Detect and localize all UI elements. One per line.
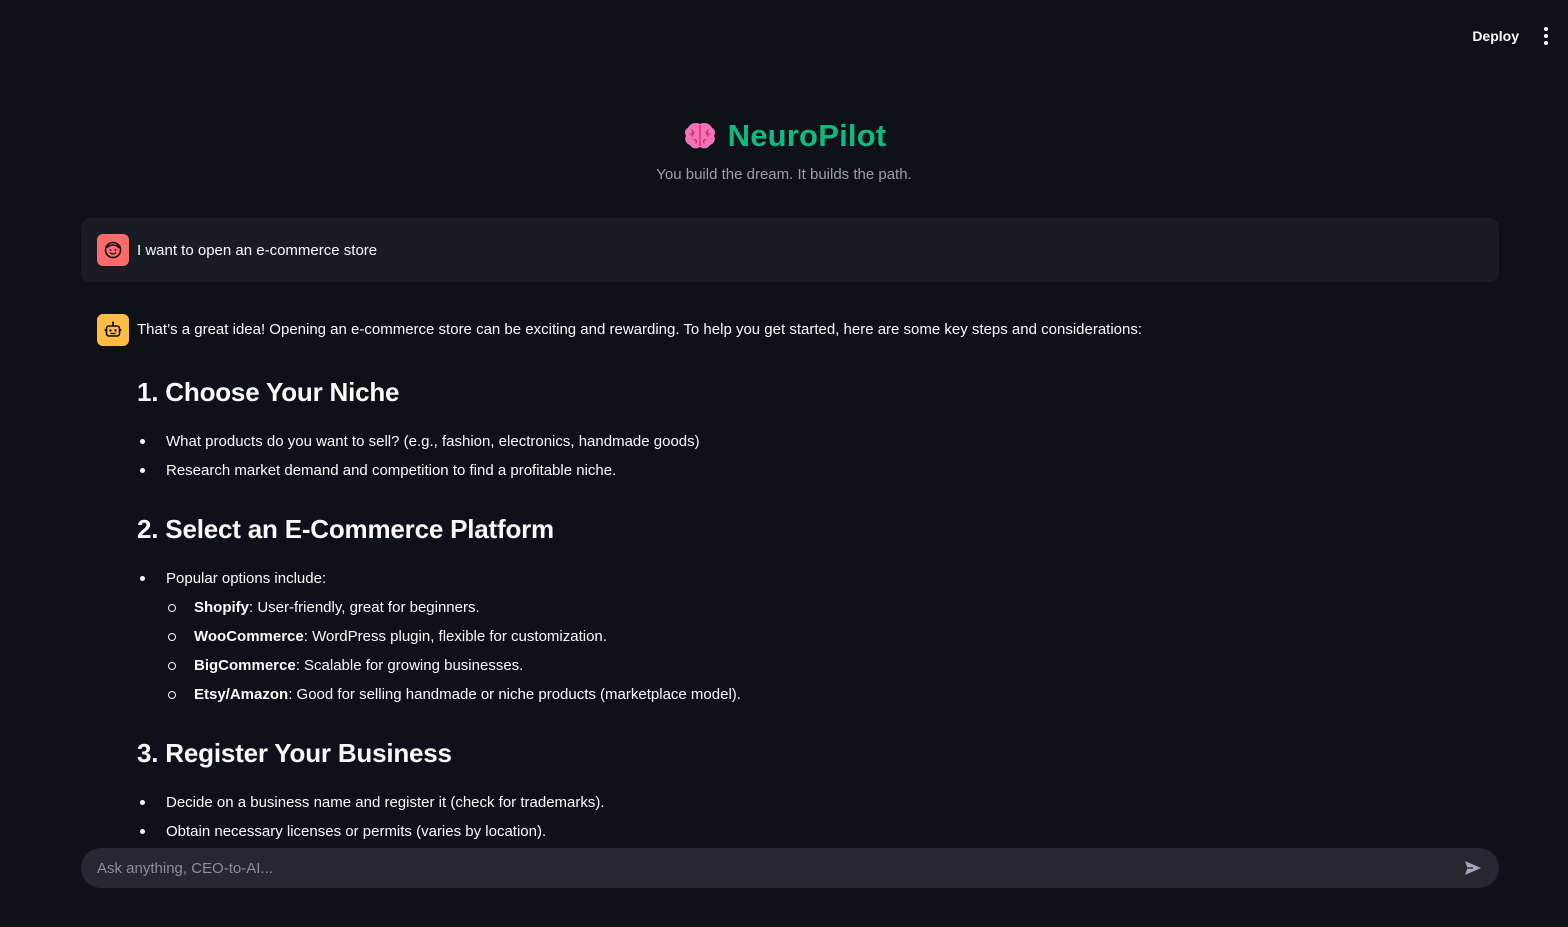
more-vertical-icon[interactable] bbox=[1536, 24, 1556, 48]
sublist-item: BigCommerce: Scalable for growing busine… bbox=[166, 651, 1497, 680]
list-item: Decide on a business name and register i… bbox=[137, 788, 1497, 817]
app-root: Deploy NeuroPilot You build the dream. I… bbox=[0, 0, 1568, 927]
tagline: You build the dream. It builds the path. bbox=[656, 166, 912, 183]
platform-name: WooCommerce bbox=[194, 628, 304, 645]
register-list: Decide on a business name and register i… bbox=[137, 788, 1497, 846]
user-face-icon bbox=[97, 234, 129, 266]
platform-name: Etsy/Amazon bbox=[194, 686, 289, 703]
platform-desc: : WordPress plugin, flexible for customi… bbox=[303, 628, 607, 645]
assistant-message: That’s a great idea! Opening an e-commer… bbox=[97, 314, 1497, 846]
robot-icon bbox=[97, 314, 129, 346]
sublist-item: Etsy/Amazon: Good for selling handmade o… bbox=[166, 680, 1497, 709]
list-item: Obtain necessary licenses or permits (va… bbox=[137, 817, 1497, 846]
list-item: Research market demand and competition t… bbox=[137, 456, 1497, 485]
user-message: I want to open an e-commerce store bbox=[81, 218, 1499, 282]
sublist-item: WooCommerce: WordPress plugin, flexible … bbox=[166, 622, 1497, 651]
platform-list: Popular options include: Shopify: User-f… bbox=[137, 564, 1497, 709]
sublist-item: Shopify: User-friendly, great for beginn… bbox=[166, 593, 1497, 622]
list-item: Popular options include: Shopify: User-f… bbox=[137, 564, 1497, 709]
list-item: What products do you want to sell? (e.g.… bbox=[137, 427, 1497, 456]
platform-name: BigCommerce bbox=[194, 657, 296, 674]
chat-input-bar bbox=[81, 848, 1499, 888]
send-icon[interactable] bbox=[1459, 854, 1487, 882]
top-toolbar: Deploy bbox=[0, 0, 1568, 70]
platform-name: Shopify bbox=[194, 599, 249, 616]
platform-desc: : Scalable for growing businesses. bbox=[295, 657, 524, 674]
section-heading-platform: 2. Select an E-Commerce Platform bbox=[137, 514, 554, 544]
assistant-message-body: That’s a great idea! Opening an e-commer… bbox=[137, 314, 1497, 846]
assistant-intro: That’s a great idea! Opening an e-commer… bbox=[137, 321, 1143, 338]
title-row: NeuroPilot bbox=[0, 112, 1568, 160]
section-heading-register: 3. Register Your Business bbox=[137, 738, 452, 768]
platform-sublist: Shopify: User-friendly, great for beginn… bbox=[166, 593, 1497, 709]
chat-input[interactable] bbox=[97, 859, 1459, 877]
platform-desc: : User-friendly, great for beginners. bbox=[249, 599, 480, 616]
deploy-button[interactable]: Deploy bbox=[1463, 24, 1528, 48]
brain-icon bbox=[682, 118, 718, 154]
list-item-text: Popular options include: bbox=[166, 570, 327, 587]
platform-desc: : Good for selling handmade or niche pro… bbox=[288, 686, 741, 703]
page-header: NeuroPilot You build the dream. It build… bbox=[0, 112, 1568, 183]
user-message-text: I want to open an e-commerce store bbox=[137, 241, 378, 259]
niche-list: What products do you want to sell? (e.g.… bbox=[137, 427, 1497, 485]
app-title: NeuroPilot bbox=[727, 118, 887, 153]
section-heading-niche: 1. Choose Your Niche bbox=[137, 377, 400, 407]
